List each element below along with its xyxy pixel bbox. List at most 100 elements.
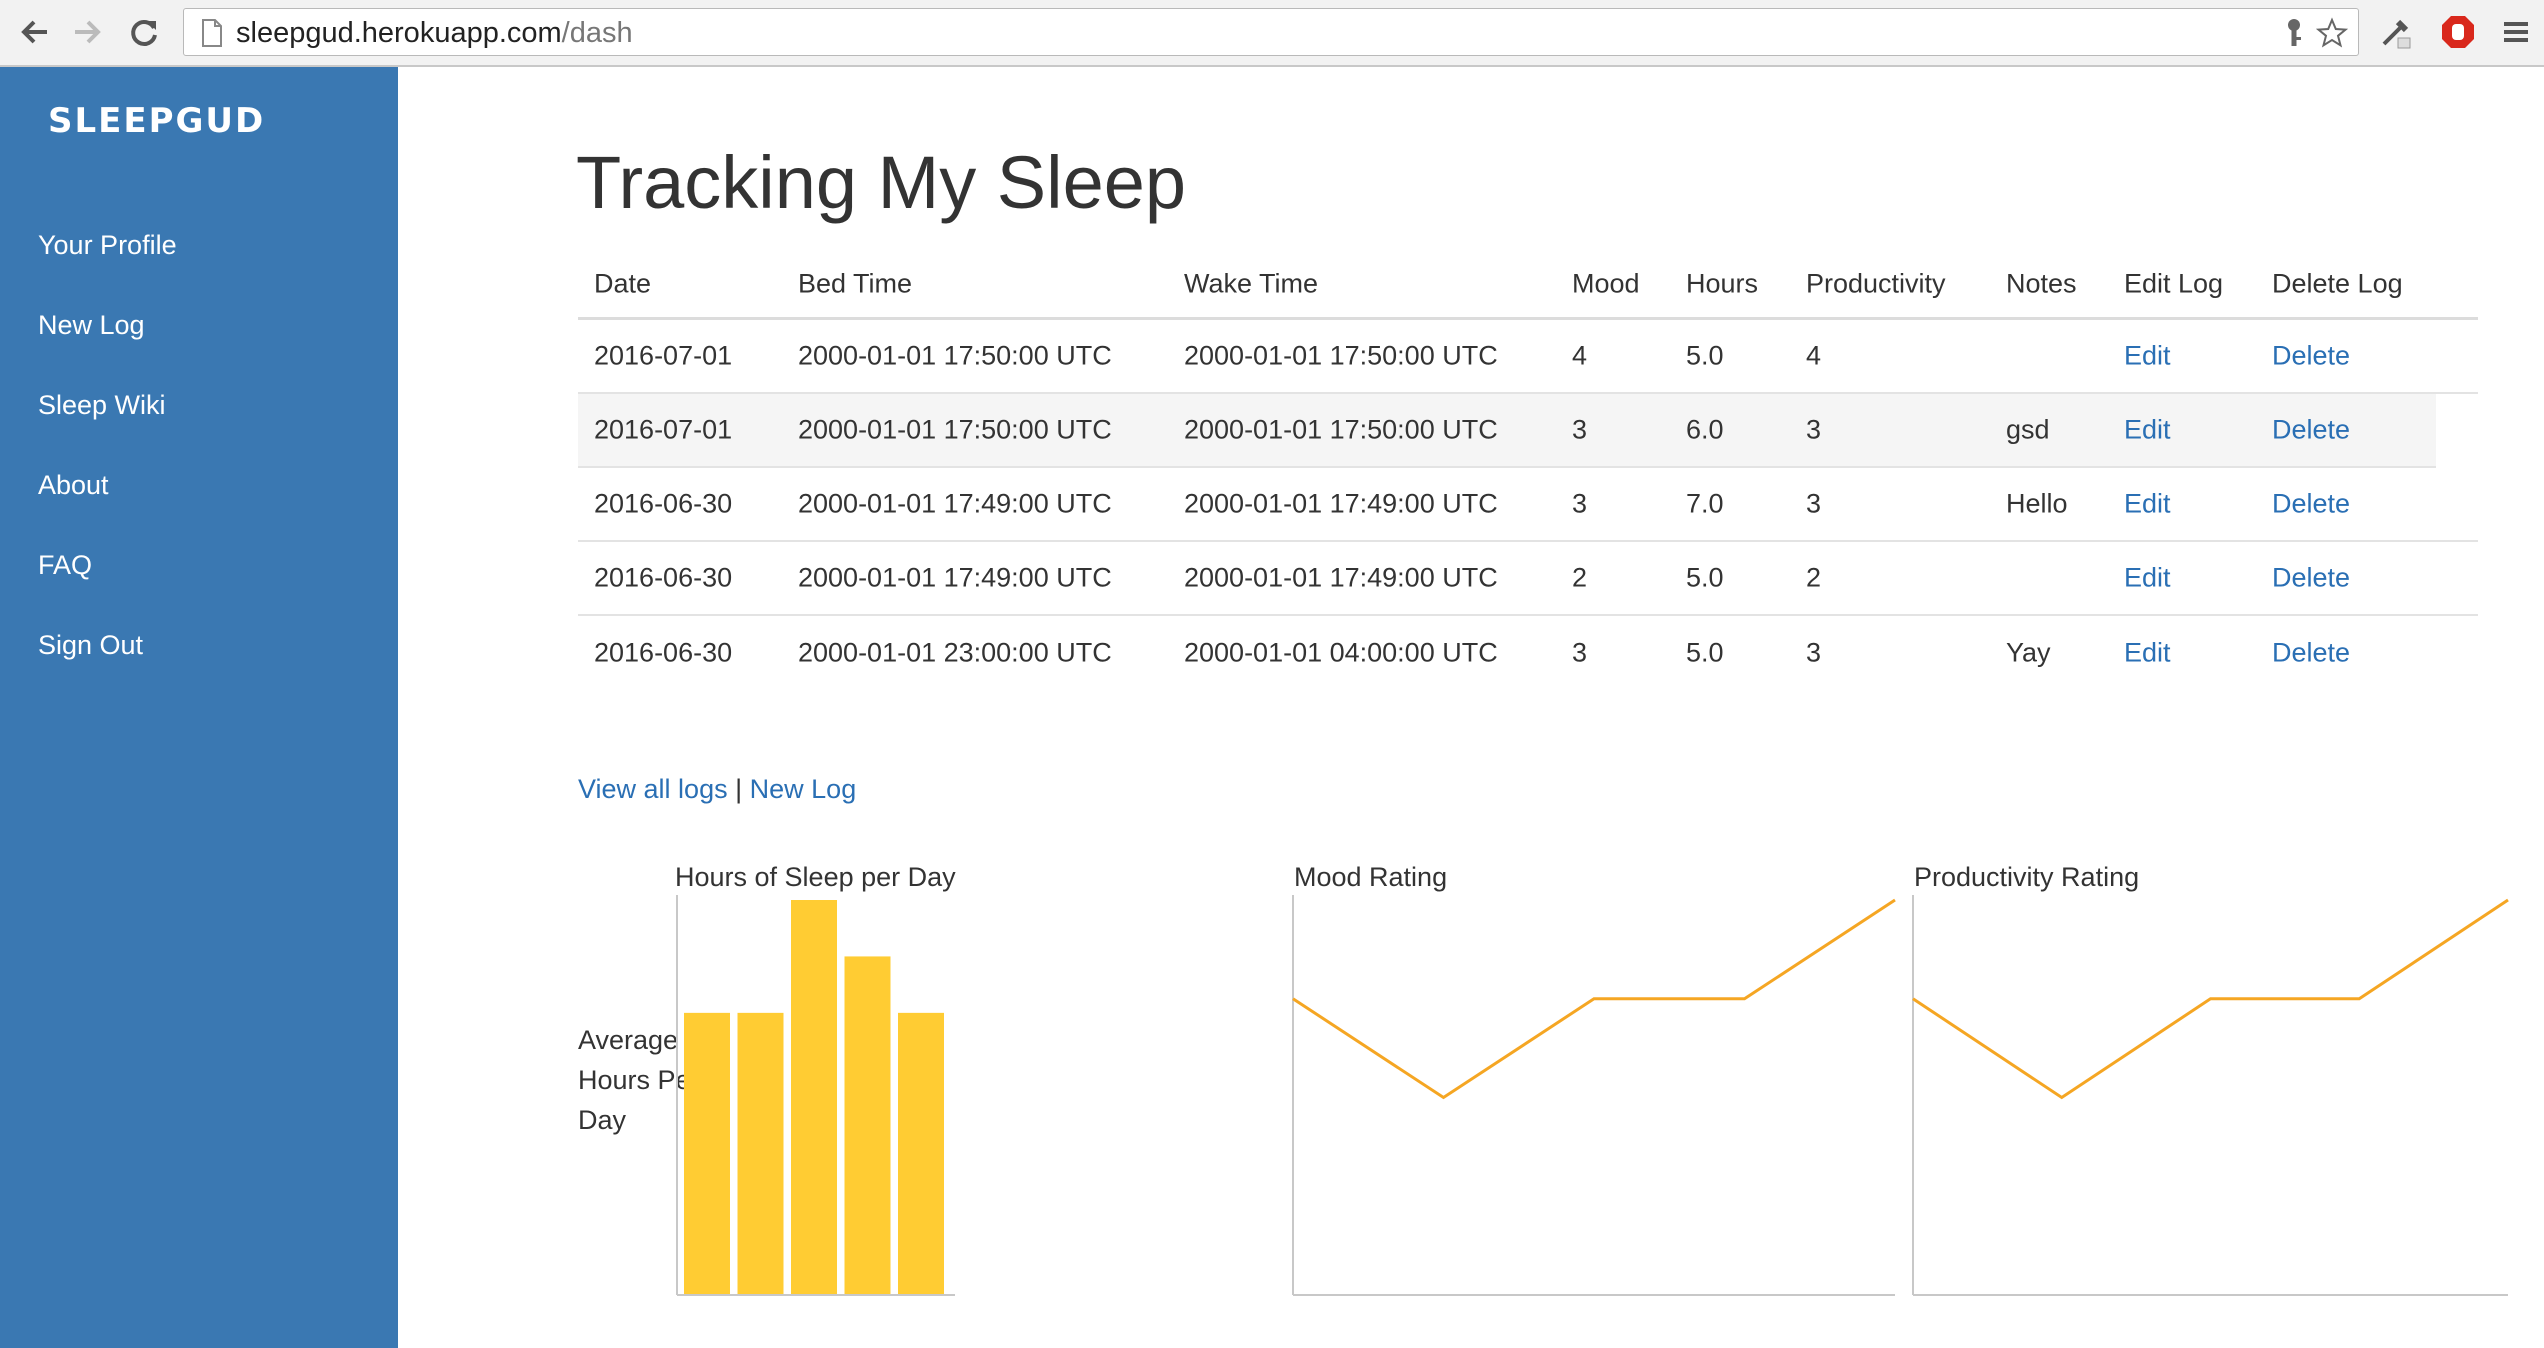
new-log-link[interactable]: New Log bbox=[750, 774, 857, 804]
view-all-logs-link[interactable]: View all logs bbox=[578, 774, 728, 804]
cell-mood: 3 bbox=[1572, 488, 1588, 519]
delete-link[interactable]: Delete bbox=[2272, 489, 2350, 520]
cell-hours: 5.0 bbox=[1686, 340, 1724, 371]
menu-icon bbox=[2504, 22, 2528, 42]
header-productivity: Productivity bbox=[1806, 268, 1946, 298]
edit-link[interactable]: Edit bbox=[2124, 415, 2171, 446]
cell-date: 2016-06-30 bbox=[594, 488, 733, 519]
cell-hours: 5.0 bbox=[1686, 637, 1724, 668]
page-icon bbox=[202, 19, 222, 47]
bar bbox=[737, 1012, 784, 1295]
sidebar-item-sign-out[interactable]: Sign Out bbox=[38, 630, 143, 661]
header-date: Date bbox=[594, 268, 652, 298]
edit-link[interactable]: Edit bbox=[2124, 341, 2171, 372]
sidebar-item-your-profile[interactable]: Your Profile bbox=[38, 230, 177, 261]
reload-button[interactable] bbox=[122, 10, 166, 54]
cell-notes: gsd bbox=[2006, 414, 2050, 445]
hours-chart-title: Hours of Sleep per Day bbox=[675, 862, 956, 892]
link-separator: | bbox=[735, 774, 743, 804]
bookmark-star-icon[interactable] bbox=[2316, 17, 2348, 49]
stop-hand-icon bbox=[2442, 16, 2474, 48]
cell-wake-time: 2000-01-01 17:50:00 UTC bbox=[1184, 414, 1498, 445]
cell-hours: 6.0 bbox=[1686, 414, 1724, 445]
key-icon[interactable] bbox=[2278, 17, 2310, 49]
series-line bbox=[1912, 898, 2509, 1100]
cell-date: 2016-06-30 bbox=[594, 637, 733, 668]
table-row: 2016-06-30 2000-01-01 23:00:00 UTC 2000-… bbox=[578, 616, 2478, 690]
cell-date: 2016-07-01 bbox=[594, 340, 733, 371]
sidebar-item-about[interactable]: About bbox=[38, 470, 109, 501]
edit-link[interactable]: Edit bbox=[2124, 638, 2171, 669]
page-title: Tracking My Sleep bbox=[576, 141, 1187, 224]
header-notes: Notes bbox=[2006, 268, 2077, 298]
header-bed-time: Bed Time bbox=[798, 268, 913, 298]
cell-mood: 2 bbox=[1572, 562, 1588, 593]
cell-notes: Yay bbox=[2006, 637, 2051, 668]
cell-hours: 7.0 bbox=[1686, 488, 1724, 519]
log-links: View all logs | New Log bbox=[578, 774, 856, 805]
cell-productivity: 2 bbox=[1806, 562, 1822, 593]
adblock-extension-button[interactable] bbox=[2436, 10, 2480, 54]
header-edit-log: Edit Log bbox=[2124, 268, 2224, 298]
header-wake-time: Wake Time bbox=[1184, 268, 1319, 298]
cell-wake-time: 2000-01-01 17:50:00 UTC bbox=[1184, 340, 1498, 371]
brand-logo[interactable]: SLEEPGUD bbox=[48, 101, 265, 141]
cell-bed-time: 2000-01-01 17:50:00 UTC bbox=[798, 340, 1112, 371]
table-row: 2016-07-01 2000-01-01 17:50:00 UTC 2000-… bbox=[578, 394, 2436, 468]
cell-date: 2016-06-30 bbox=[594, 562, 733, 593]
delete-link[interactable]: Delete bbox=[2272, 638, 2350, 669]
cell-mood: 3 bbox=[1572, 414, 1588, 445]
sidebar-item-faq[interactable]: FAQ bbox=[38, 550, 92, 581]
forward-arrow-icon bbox=[75, 20, 101, 44]
cell-bed-time: 2000-01-01 17:50:00 UTC bbox=[798, 414, 1112, 445]
browser-menu-button[interactable] bbox=[2494, 10, 2538, 54]
sidebar: SLEEPGUD Your Profile New Log Sleep Wiki… bbox=[0, 67, 398, 1348]
back-button[interactable] bbox=[12, 10, 56, 54]
sidebar-item-sleep-wiki[interactable]: Sleep Wiki bbox=[38, 390, 166, 421]
eyedropper-extension-button[interactable] bbox=[2374, 10, 2418, 54]
edit-link[interactable]: Edit bbox=[2124, 563, 2171, 594]
cell-productivity: 3 bbox=[1806, 414, 1822, 445]
reload-icon bbox=[131, 20, 157, 46]
delete-link[interactable]: Delete bbox=[2272, 341, 2350, 372]
cell-date: 2016-07-01 bbox=[594, 414, 733, 445]
productivity-chart-title: Productivity Rating bbox=[1914, 862, 2140, 892]
productivity-line-chart bbox=[1912, 895, 2509, 1296]
table-row: 2016-06-30 2000-01-01 17:49:00 UTC 2000-… bbox=[578, 468, 2478, 542]
table-row: 2016-07-01 2000-01-01 17:50:00 UTC 2000-… bbox=[578, 320, 2478, 394]
cell-wake-time: 2000-01-01 17:49:00 UTC bbox=[1184, 488, 1498, 519]
cell-bed-time: 2000-01-01 23:00:00 UTC bbox=[798, 637, 1112, 668]
delete-link[interactable]: Delete bbox=[2272, 415, 2350, 446]
hours-bar-chart bbox=[676, 895, 955, 1296]
bar bbox=[844, 956, 891, 1295]
url-text[interactable]: sleepgud.herokuapp.com/dash bbox=[236, 17, 633, 50]
sidebar-item-new-log[interactable]: New Log bbox=[38, 310, 145, 341]
cell-bed-time: 2000-01-01 17:49:00 UTC bbox=[798, 562, 1112, 593]
mood-line-chart bbox=[1292, 895, 1896, 1296]
cell-hours: 5.0 bbox=[1686, 562, 1724, 593]
mood-chart-title: Mood Rating bbox=[1294, 862, 1448, 892]
edit-link[interactable]: Edit bbox=[2124, 489, 2171, 520]
back-arrow-icon bbox=[21, 20, 47, 44]
bar bbox=[791, 900, 837, 1295]
table-row: 2016-06-30 2000-01-01 17:49:00 UTC 2000-… bbox=[578, 542, 2478, 616]
address-bar[interactable]: sleepgud.herokuapp.com/dash bbox=[183, 8, 2359, 56]
url-path: /dash bbox=[561, 17, 633, 49]
cell-wake-time: 2000-01-01 17:49:00 UTC bbox=[1184, 562, 1498, 593]
bar bbox=[898, 1012, 944, 1295]
cell-notes: Hello bbox=[2006, 488, 2068, 519]
delete-link[interactable]: Delete bbox=[2272, 563, 2350, 594]
cell-wake-time: 2000-01-01 04:00:00 UTC bbox=[1184, 637, 1498, 668]
cell-mood: 3 bbox=[1572, 637, 1588, 668]
bar bbox=[684, 1012, 730, 1295]
cell-productivity: 4 bbox=[1806, 340, 1822, 371]
cell-productivity: 3 bbox=[1806, 488, 1822, 519]
logs-table: Date Bed Time Wake Time Mood Hours Produ… bbox=[578, 250, 2478, 690]
cell-bed-time: 2000-01-01 17:49:00 UTC bbox=[798, 488, 1112, 519]
header-delete-log: Delete Log bbox=[2272, 268, 2403, 298]
eyedropper-icon bbox=[2382, 19, 2411, 49]
table-header-row: Date Bed Time Wake Time Mood Hours Produ… bbox=[578, 250, 2478, 320]
cell-productivity: 3 bbox=[1806, 637, 1822, 668]
forward-button[interactable] bbox=[66, 10, 110, 54]
header-hours: Hours bbox=[1686, 268, 1759, 298]
